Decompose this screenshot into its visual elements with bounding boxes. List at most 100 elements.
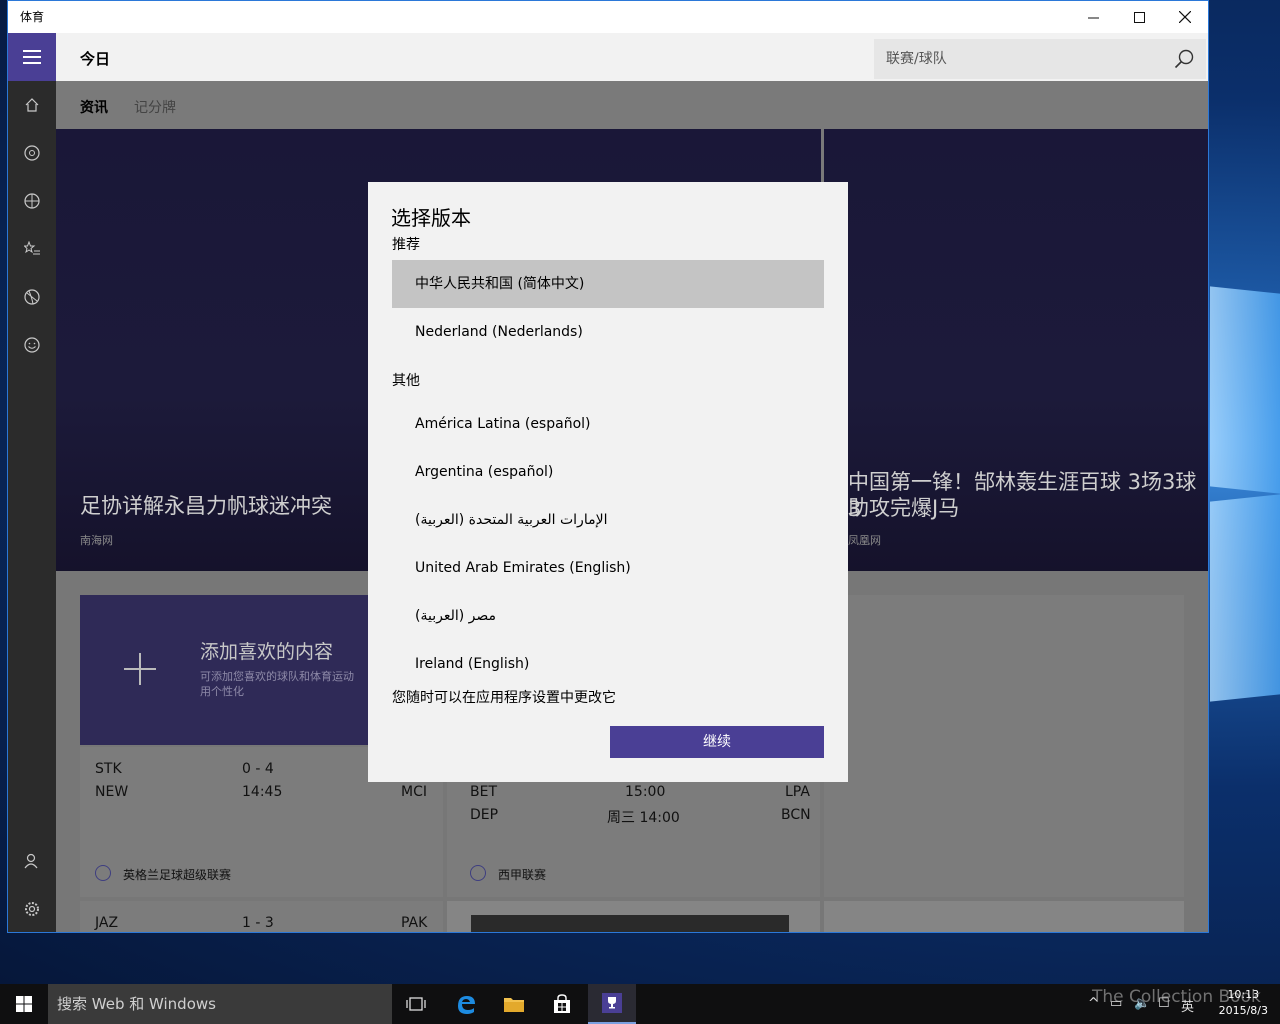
- nav-account[interactable]: [8, 837, 56, 885]
- folder-icon: [504, 998, 524, 1012]
- team-away: MCI: [401, 784, 427, 800]
- minimize-icon: [1087, 17, 1099, 18]
- taskbar: 搜索 Web 和 Windows The Collection Book ^ ▭…: [0, 984, 1280, 1024]
- select-edition-dialog: 选择版本 推荐 中华人民共和国 (简体中文) Nederland (Nederl…: [368, 182, 848, 782]
- maximize-button[interactable]: [1116, 1, 1162, 33]
- trophy-icon: [602, 993, 622, 1013]
- close-button[interactable]: [1162, 1, 1208, 33]
- soccer-ball-icon: [24, 145, 40, 161]
- nav-home[interactable]: [8, 81, 56, 129]
- nav-fun[interactable]: [8, 321, 56, 369]
- hamburger-menu-button[interactable]: [8, 33, 56, 81]
- edition-option[interactable]: Argentina (español): [392, 448, 824, 496]
- thumbnail-image: [471, 915, 789, 932]
- continue-button[interactable]: 继续: [610, 726, 824, 758]
- notification-icon[interactable]: ☐: [1158, 996, 1170, 1011]
- maximize-icon: [1133, 11, 1145, 23]
- add-card-title: 添加喜欢的内容: [200, 641, 334, 663]
- search-icon[interactable]: [1174, 49, 1194, 69]
- match-time: 周三 14:00: [607, 810, 680, 826]
- volume-icon[interactable]: 🔈: [1134, 996, 1150, 1011]
- match-time: 15:00: [625, 784, 666, 800]
- edition-option[interactable]: مصر (العربية): [392, 592, 824, 640]
- person-icon: [24, 853, 38, 869]
- nav-settings[interactable]: [8, 885, 56, 932]
- rugby-ball-icon: [24, 289, 40, 305]
- search-box[interactable]: [874, 39, 1206, 79]
- team-home: DEP: [470, 807, 499, 823]
- team-home: JAZ: [95, 915, 119, 931]
- team-away: BCN: [781, 807, 811, 823]
- tab-scoreboard[interactable]: 记分牌: [134, 97, 176, 117]
- edition-option[interactable]: Nederland (Nederlands): [392, 308, 824, 356]
- league-name: 西甲联赛: [498, 868, 547, 882]
- taskbar-search[interactable]: 搜索 Web 和 Windows: [48, 984, 392, 1024]
- tray-chevron-icon[interactable]: ^: [1088, 996, 1099, 1011]
- smiley-icon: [24, 337, 40, 353]
- window-title: 体育: [20, 10, 45, 24]
- home-icon: [25, 98, 39, 112]
- hero-title-line2: 助攻完爆J马: [848, 496, 960, 520]
- sports-app-button[interactable]: [588, 984, 636, 1024]
- edition-option[interactable]: United Arab Emirates (English): [392, 544, 824, 592]
- team-home: STK: [95, 761, 122, 777]
- dialog-note: 您随时可以在应用程序设置中更改它: [392, 690, 616, 706]
- minimize-button[interactable]: [1070, 1, 1116, 33]
- task-view-icon: [406, 997, 426, 1011]
- windows-start-icon: [16, 996, 32, 1012]
- hero-source: 凤凰网: [848, 534, 881, 547]
- nav-soccer[interactable]: [8, 129, 56, 177]
- file-explorer-button[interactable]: [490, 984, 538, 1024]
- hamburger-icon: [23, 56, 41, 58]
- plus-icon: [124, 653, 156, 685]
- match-time: 14:45: [242, 784, 283, 800]
- soccer-ball-icon: [470, 865, 486, 881]
- team-home: NEW: [95, 784, 129, 800]
- page-title: 今日: [80, 50, 111, 68]
- network-icon[interactable]: ▭: [1110, 996, 1122, 1011]
- empty-card: [824, 595, 1184, 897]
- nav-sports[interactable]: [8, 273, 56, 321]
- store-bag-icon: [554, 994, 570, 1013]
- task-view-button[interactable]: [392, 984, 440, 1024]
- hero-title: 足协详解永昌力帆球迷冲突: [80, 494, 332, 518]
- dialog-title: 选择版本: [391, 206, 471, 230]
- app-header: 今日: [56, 33, 1208, 81]
- title-bar[interactable]: 体育: [8, 1, 1208, 33]
- team-away: LPA: [785, 784, 810, 800]
- ime-indicator[interactable]: 英: [1181, 996, 1194, 1015]
- hero-source: 南海网: [80, 534, 113, 547]
- team-home: BET: [470, 784, 498, 800]
- star-list-icon: [24, 241, 40, 255]
- nav-rail: [8, 33, 56, 932]
- search-input[interactable]: [874, 39, 1164, 79]
- edition-option[interactable]: América Latina (español): [392, 400, 824, 448]
- nav-basketball[interactable]: [8, 177, 56, 225]
- score-card-3[interactable]: JAZ 1 - 3 PAK: [80, 901, 443, 932]
- edition-option[interactable]: الإمارات العربية المتحدة (العربية): [392, 496, 824, 544]
- tab-bar: 资讯 记分牌: [56, 81, 1208, 129]
- card-placeholder: [824, 901, 1184, 932]
- match-score: 0 - 4: [242, 761, 274, 777]
- gear-icon: [25, 902, 39, 916]
- edge-button[interactable]: [442, 984, 490, 1024]
- nav-favorites[interactable]: [8, 225, 56, 273]
- recommended-heading: 推荐: [392, 237, 420, 253]
- edition-option[interactable]: Ireland (English): [392, 640, 824, 688]
- news-thumbnail-card[interactable]: [447, 901, 820, 932]
- league-name: 英格兰足球超级联赛: [123, 868, 232, 882]
- edge-browser-icon: [458, 996, 475, 1014]
- start-button[interactable]: [0, 984, 48, 1024]
- edition-option-selected[interactable]: 中华人民共和国 (简体中文): [392, 260, 824, 308]
- basketball-icon: [24, 193, 40, 209]
- clock-date: 2015/8/3: [1218, 1004, 1268, 1017]
- windows-logo-graphic: [1210, 280, 1280, 702]
- tab-news[interactable]: 资讯: [80, 97, 108, 117]
- clock-time: 10:13: [1227, 988, 1260, 1001]
- store-button[interactable]: [538, 984, 586, 1024]
- hero-story-2[interactable]: 中国第一锋！郜林轰生涯百球 3场3球3 助攻完爆J马 凤凰网: [824, 129, 1208, 571]
- soccer-ball-icon: [95, 865, 111, 881]
- team-away: PAK: [401, 915, 428, 931]
- other-heading: 其他: [392, 373, 420, 389]
- system-clock[interactable]: 10:13 2015/8/3: [1219, 987, 1268, 1019]
